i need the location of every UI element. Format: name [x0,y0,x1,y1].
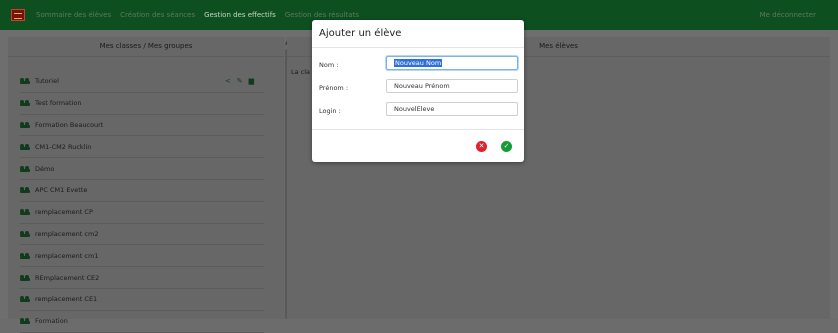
confirm-button[interactable]: ✓ [501,141,512,152]
prenom-input-value: Nouveau Prénom [394,82,450,90]
list-item[interactable]: REmplacement CE2 [20,267,264,289]
delete-icon[interactable]: ▆ [249,77,254,85]
app-logo-icon[interactable] [11,9,25,21]
list-item[interactable]: CM1-CM2 Rucklin [20,136,264,159]
group-icon [20,296,30,303]
list-item[interactable]: Tutoriel < ✎ ▆ [20,71,264,93]
group-icon [20,274,30,281]
list-item[interactable]: remplacement CE1 [20,289,264,311]
login-input[interactable]: NouvelEleve [386,102,518,116]
nom-input-value: Nouveau Nom [394,59,443,67]
group-icon [20,209,30,216]
modal-header-divider [312,47,524,48]
check-circle-icon: ✓ [503,142,510,150]
edit-icon[interactable]: ✎ [237,77,243,85]
group-label: Formation [35,317,68,326]
group-icon [20,318,30,325]
logout-link[interactable]: Me déconnecter [760,0,816,30]
group-list: Tutoriel < ✎ ▆ Test formation Formation … [8,71,276,333]
group-label: remplacement cm1 [35,251,99,260]
share-icon[interactable]: < [225,77,231,85]
students-panel-text: La cla [291,68,311,76]
nom-input[interactable]: Nouveau Nom [386,56,518,70]
group-icon [20,187,30,194]
nav-link-creation[interactable]: Création des séances [120,11,195,19]
prenom-label: Prénom : [319,84,349,92]
group-icon [20,165,30,172]
list-item[interactable]: Formation Beaucourt [20,115,264,137]
classes-panel-title: Mes classes / Mes groupes [8,37,284,57]
group-icon [20,252,30,259]
group-label: remplacement CE1 [35,295,98,304]
list-item[interactable]: APC CM1 Evette [20,180,264,202]
classes-panel: Mes classes / Mes groupes Tutoriel < ✎ ▆… [8,37,291,333]
group-label: Formation Beaucourt [35,120,104,129]
group-label: REmplacement CE2 [35,273,100,282]
x-circle-icon: ✕ [478,142,485,150]
login-label: Login : [319,107,341,115]
row-actions: < ✎ ▆ [225,71,254,92]
list-item[interactable]: remplacement cm1 [20,245,264,268]
group-icon [20,121,30,128]
nav-link-resultats[interactable]: Gestion des résultats [285,11,359,19]
list-item[interactable]: remplacement CP [20,202,264,224]
nav-link-sommaire[interactable]: Sommaire des élèves [36,11,111,19]
group-label: Démo [35,164,55,173]
nom-label: Nom : [319,61,339,69]
group-label: remplacement cm2 [35,229,99,238]
nav-links: Sommaire des élèves Création des séances… [36,0,359,30]
modal-footer-divider [312,129,524,130]
modal-title: Ajouter un élève [319,28,402,39]
group-label: CM1-CM2 Rucklin [35,142,92,151]
login-input-value: NouvelEleve [394,105,435,113]
cancel-button[interactable]: ✕ [476,141,487,152]
group-label: remplacement CP [35,208,93,217]
group-icon [20,78,30,85]
group-label: Test formation [35,99,82,108]
group-icon [20,100,30,107]
list-item[interactable]: Démo [20,158,264,180]
prenom-input[interactable]: Nouveau Prénom [386,79,518,93]
nav-link-effectifs[interactable]: Gestion des effectifs [204,11,276,19]
group-label: Tutoriel [35,77,59,86]
list-item[interactable]: remplacement cm2 [20,224,264,246]
group-label: APC CM1 Evette [35,186,88,195]
list-item[interactable]: Test formation [20,93,264,115]
list-item[interactable]: Formation [20,311,264,333]
add-student-modal: Ajouter un élève Nom : Nouveau Nom Préno… [312,20,524,162]
group-icon [20,143,30,150]
group-icon [20,230,30,237]
